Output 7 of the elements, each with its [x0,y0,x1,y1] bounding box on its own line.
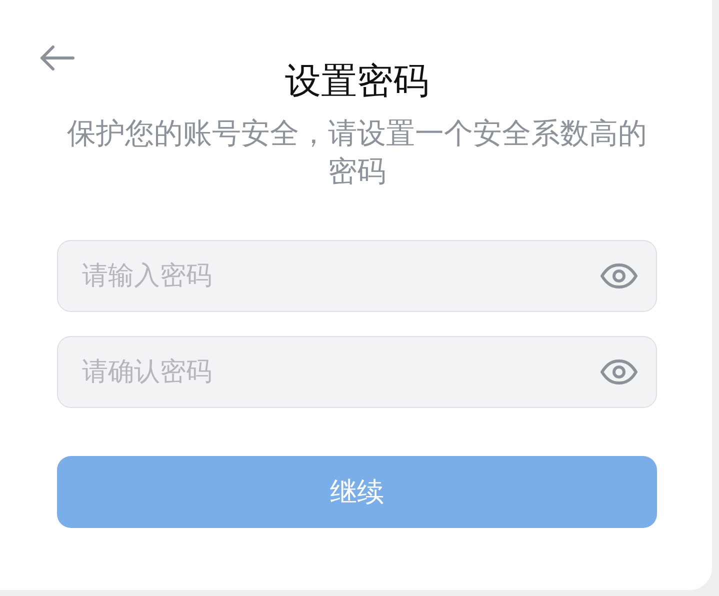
back-arrow-icon[interactable] [39,44,75,72]
eye-icon[interactable] [600,359,638,385]
subtitle: 保护您的账号安全，请设置一个安全系数高的密码 [66,115,648,190]
password-field[interactable]: 请确认密码 [57,336,657,408]
password-field[interactable]: 请输入密码 [57,240,657,312]
eye-icon[interactable] [600,263,638,289]
page-title: 设置密码 [284,60,430,104]
